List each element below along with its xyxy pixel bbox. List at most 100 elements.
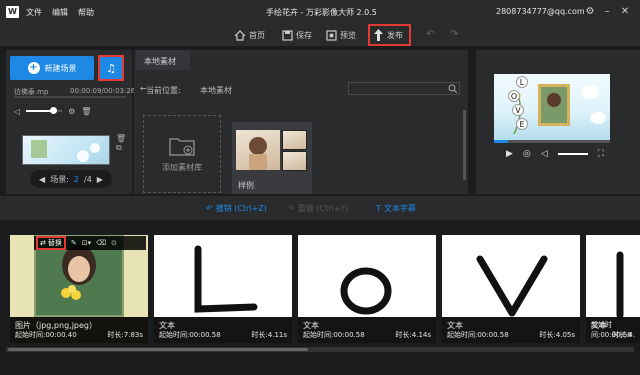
preview-volume-slider[interactable] [557,153,588,155]
music-note-icon: ♫ [106,61,116,75]
home-label: 首页 [249,31,265,40]
volume-row: ◁ ⚙ 🗑 [14,105,126,117]
replace-button[interactable]: ⇄ 替换 [36,236,66,250]
replace-label: 替换 [47,239,62,247]
music-button[interactable]: ♫ [98,55,124,81]
clip-start: 起始时间:00:00.58 [303,331,365,339]
clip-info: 图片（jpg,png,jpeg） 起始时间:00:00.40 时长:7.83s [10,317,148,343]
redo-button[interactable]: ↷ 重做 (Ctrl+Y) [288,203,348,214]
clip-start: 起始时间:00:00.40 [15,331,77,339]
add-library-button[interactable]: 添加素材库 [143,115,221,193]
material-scrollbar[interactable] [463,110,466,180]
menu-file[interactable]: 文件 [26,7,42,18]
window-title: 手绘花卉 - 万彩影像大师 2.0.5 [266,8,377,17]
path-value: 本地素材 [200,86,232,95]
scene-thumbnail-art [31,140,100,162]
timeline-clip-image[interactable]: 图片（jpg,png,jpeg） 起始时间:00:00.40 时长:7.83s [10,235,148,343]
preview-button[interactable]: 预览 [326,27,356,44]
undo-icon: ↶ [206,204,213,213]
volume-fill [26,110,53,112]
subtitle-button[interactable]: T 文本字幕 [376,203,416,214]
sample-image-main [236,130,280,170]
clip-duration: 时长:4. [611,331,635,339]
sample-image-2 [282,130,307,150]
loop-icon[interactable]: ◎ [523,149,531,159]
redo-label: 重做 (Ctrl+Y) [297,204,349,213]
location-icon[interactable]: ⊙ [111,239,117,247]
music-time: 00:00:09/00:03:26 [70,87,136,95]
music-progress[interactable] [14,96,126,98]
save-label: 保存 [296,31,312,40]
next-scene-icon[interactable]: ▶ [97,175,103,184]
edit-icon[interactable]: ✎ [71,239,77,247]
undo-arrow-icon[interactable]: ↶ [426,29,434,40]
speaker-icon[interactable]: ◁ [14,107,20,116]
subtitle-label: 文本字幕 [383,204,416,213]
clip-info: 文本 起始时间:00:00.58 时长:4.05s [442,317,580,343]
scene-pager: ◀ 场景: 2/4 ▶ [30,170,112,188]
tab-local-material[interactable]: 本地素材 [136,50,190,70]
scene-current: 2 [73,174,79,184]
clip-duration: 时长:4.05s [539,331,575,339]
clip-duration: 时长:7.83s [107,331,143,339]
volume-icon[interactable]: ◁ [541,149,548,159]
preview-progress-fill [494,140,508,143]
home-button[interactable]: 首页 [234,27,265,44]
save-button[interactable]: 保存 [282,27,312,44]
clip-start: 起始时间:00:00.58 [447,331,509,339]
sample-image-3 [282,151,307,171]
minimize-icon[interactable]: – [601,6,613,18]
clip-duration: 时长:4.11s [251,331,287,339]
path-label: 当前位置: [146,86,181,95]
undo-button[interactable]: ↶ 撤销 (Ctrl+Z) [206,203,267,214]
volume-slider[interactable] [26,107,63,114]
clip-info: 文本 起始时间:00:00.58 时长:4.11s [154,317,292,343]
undo-label: 撤销 (Ctrl+Z) [215,204,267,213]
plus-icon: + [27,62,40,74]
redo-arrow-icon[interactable]: ↷ [450,29,458,40]
close-icon[interactable]: ✕ [619,6,631,18]
settings-icon[interactable]: ⚙ [584,6,596,18]
menu-help[interactable]: 帮助 [78,7,94,18]
menu-edit[interactable]: 编辑 [52,7,68,18]
preview-progress[interactable] [494,140,610,143]
preview-label: 预览 [340,31,356,40]
timeline-clip-text[interactable]: 文本 起始时间:00:00.58 时长:4. [586,235,640,343]
scene-total: /4 [84,174,92,184]
delete-scene-icon[interactable]: 🗑 [116,134,126,143]
scene-tools: 🗑 ⧉ [116,134,126,158]
trash-icon[interactable]: 🗑 [81,107,91,116]
sample-label: 样例 [238,181,254,190]
clip-info: 文本 起始时间:00:00.58 时长:4. [586,317,640,343]
timeline-clip-text[interactable]: 文本 起始时间:00:00.58 时长:4.11s [154,235,292,343]
timeline-clip-text[interactable]: 文本 起始时间:00:00.58 时长:4.14s [298,235,436,343]
publish-button[interactable]: 发布 [368,24,411,46]
eraser-icon[interactable]: ⌫ [96,239,106,247]
new-scene-button[interactable]: + 新建场景 [10,56,94,80]
preview-letter-l: L [516,76,528,88]
scene-thumbnail[interactable] [22,135,110,165]
crop-icon[interactable]: ⊡▾ [82,239,91,247]
preview-letter-v: V [512,104,524,116]
timeline-scroll-thumb[interactable] [8,348,308,351]
search-icon[interactable] [448,84,457,93]
timeline-clip-text[interactable]: 文本 起始时间:00:00.58 时长:4.05s [442,235,580,343]
folder-add-icon [169,137,195,156]
search-input[interactable] [348,82,460,95]
play-icon[interactable]: ▶ [506,149,513,159]
clip-toolbar: ⇄ 替换 ✎ ⊡▾ ⌫ ⊙ [34,236,146,250]
home-icon [234,30,246,41]
redo-icon: ↷ [288,204,295,213]
preview-controls: ▶ ◎ ◁ ⛶ [506,147,612,161]
clip-duration: 时长:4.14s [395,331,431,339]
fullscreen-icon[interactable]: ⛶ [598,149,604,159]
volume-knob[interactable] [50,107,58,114]
clip-info: 文本 起始时间:00:00.58 时长:4.14s [298,317,436,343]
settings-small-icon[interactable]: ⚙ [68,107,75,116]
copy-scene-icon[interactable]: ⧉ [116,143,126,153]
app-logo: W [6,6,19,18]
user-email[interactable]: 2808734777@qq.com [496,7,585,16]
prev-scene-icon[interactable]: ◀ [39,175,45,184]
preview-letter-o: O [508,90,520,102]
save-icon [282,30,293,41]
